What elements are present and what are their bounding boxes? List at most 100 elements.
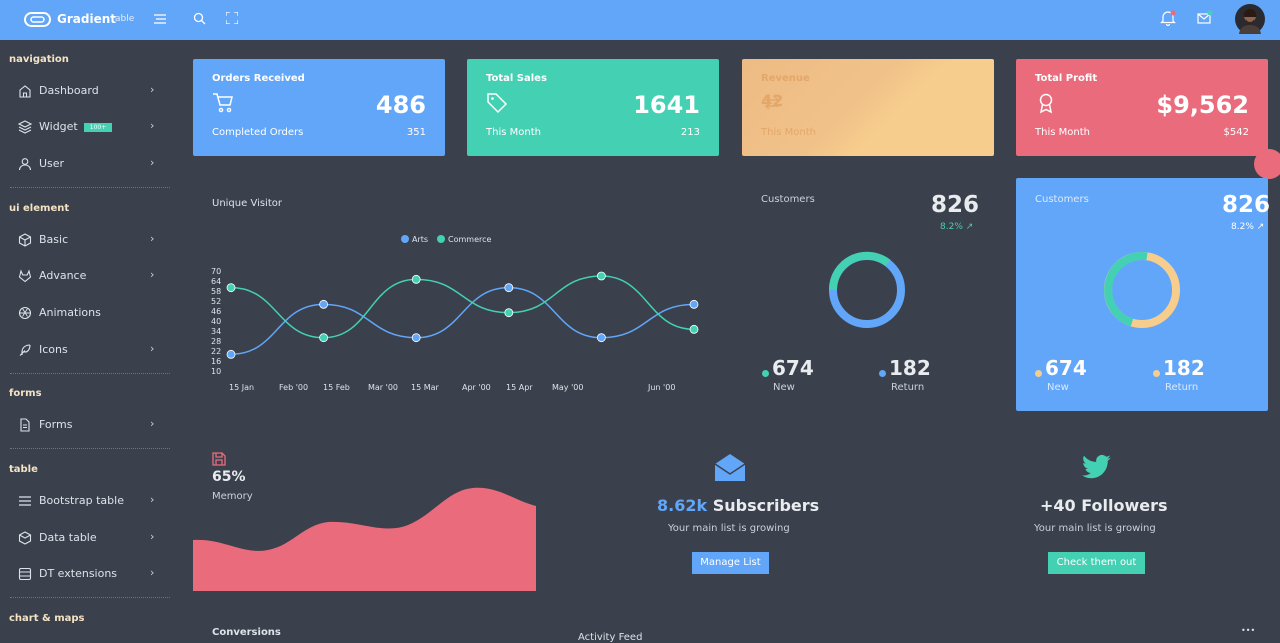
chevron-right-icon: › [150,268,155,281]
server-icon [19,496,31,506]
legend-marker [401,235,409,243]
legend-dot [762,370,769,377]
settings-toggle-button[interactable] [1254,149,1280,179]
card-subtitle: This Month [761,127,816,138]
y-tick-label: 52 [211,297,221,306]
data-point[interactable] [411,333,421,343]
conversions-title: Conversions [212,627,281,638]
customers-title: Customers [761,194,815,205]
new-value: 674 [1045,356,1087,380]
data-point[interactable] [689,324,699,334]
data-point[interactable] [596,333,606,343]
trending-up-icon: ↗ [1256,222,1265,232]
data-point[interactable] [689,299,699,309]
trending-up-icon: ↗ [965,222,974,232]
customers-donut-chart [1104,252,1180,328]
sidebar-item-advance[interactable]: Advance › [0,263,174,289]
customers-value: 826 [931,192,980,218]
logo-text[interactable]: Gradient [57,12,116,26]
chevron-right-icon: › [150,417,155,430]
card-subvalue: 213 [680,127,700,138]
card-total-sales: Total Sales 1641 This Month 213 [467,59,719,156]
data-point[interactable] [319,333,328,343]
sidebar-item-label: Dashboard [39,84,99,97]
x-tick-label: 15 Apr [506,383,533,392]
sidebar-item-forms[interactable]: Forms › [0,412,174,438]
manage-list-button[interactable]: Manage List [692,552,769,574]
more-options-icon[interactable]: ••• [1241,626,1255,635]
legend-label[interactable]: Arts [412,235,428,244]
series-line-arts [230,286,695,356]
sidebar-item-label: Advance [39,269,87,282]
card-revenue: Revenue 42 This Month [742,59,994,156]
data-point[interactable] [411,274,421,284]
search-icon[interactable] [193,12,206,25]
sidebar-item-widget[interactable]: Widget 100+ › [0,114,174,140]
x-tick-label: Jun '00 [647,383,675,392]
database-icon [18,531,32,545]
mail-icon[interactable] [1197,10,1213,26]
sidebar-item-bootstrap-table[interactable]: Bootstrap table › [0,488,174,514]
sidebar-item-user[interactable]: User › [0,151,174,177]
sidebar-section-ui-element: ui element [9,203,70,214]
return-value: 182 [889,356,931,380]
sidebar-item-dt-extensions[interactable]: DT extensions › [0,561,174,587]
new-label: New [773,382,795,393]
data-point[interactable] [596,271,606,281]
menu-icon[interactable] [154,13,166,25]
check-them-out-button[interactable]: Check them out [1048,552,1145,574]
divider [10,448,170,449]
data-point[interactable] [226,283,236,293]
data-point[interactable] [226,349,236,359]
legend-marker [437,235,445,243]
customers-value: 826 [1222,192,1271,218]
sidebar-item-label: DT extensions [39,567,118,580]
x-tick-label: 15 Feb [323,383,350,392]
card-subtitle: Completed Orders [212,127,304,138]
bell-icon[interactable] [1160,10,1176,26]
return-label: Return [891,382,925,393]
activity-feed-title: Activity Feed [578,632,643,643]
card-subvalue: $542 [1223,127,1249,138]
sidebar-section-table: table [9,464,38,475]
x-tick-label: Mar '00 [368,383,398,392]
data-point[interactable] [504,308,514,318]
sidebar-item-data-table[interactable]: Data table › [0,525,174,551]
sidebar-item-label: Forms [39,418,73,431]
sidebar-section-chart-maps: chart & maps [9,613,85,624]
legend-label[interactable]: Commerce [448,235,492,244]
y-tick-label: 46 [211,307,221,316]
data-point[interactable] [504,283,514,293]
card-subtitle: This Month [1035,127,1090,138]
fullscreen-icon[interactable] [226,12,238,24]
home-icon [19,85,31,98]
card-subvalue: 351 [406,127,426,138]
sidebar-item-basic[interactable]: Basic › [0,227,174,253]
card-subtitle: This Month [486,127,541,138]
divider [10,187,170,188]
new-label: New [1047,382,1069,393]
sidebar: navigation Dashboard › Widget 100+ › Use… [0,40,174,640]
card-value: 1641 [633,91,700,119]
file-text-icon [20,418,30,432]
change-percent: 8.2% [940,222,963,232]
layers-icon [18,120,32,134]
logo-icon [24,12,51,27]
save-icon [212,452,226,466]
sidebar-item-dashboard[interactable]: Dashboard › [0,78,174,104]
top-navbar: Gradient able [0,0,1280,40]
card-title: Revenue [761,73,810,84]
feather-icon [19,344,31,356]
card-value: 486 [375,91,426,119]
card-title: Total Profit [1035,73,1098,84]
new-value: 674 [772,356,814,380]
sidebar-item-animations[interactable]: Animations [0,300,174,326]
chart-title: Unique Visitor [212,198,282,209]
sidebar-item-label: Animations [39,306,101,319]
card-total-profit: Total Profit $9,562 This Month $542 [1016,59,1268,156]
data-point[interactable] [319,299,328,309]
sidebar-item-icons[interactable]: Icons › [0,337,174,363]
y-tick-label: 34 [211,327,221,336]
card-title: Total Sales [486,73,547,84]
avatar[interactable] [1235,4,1265,34]
